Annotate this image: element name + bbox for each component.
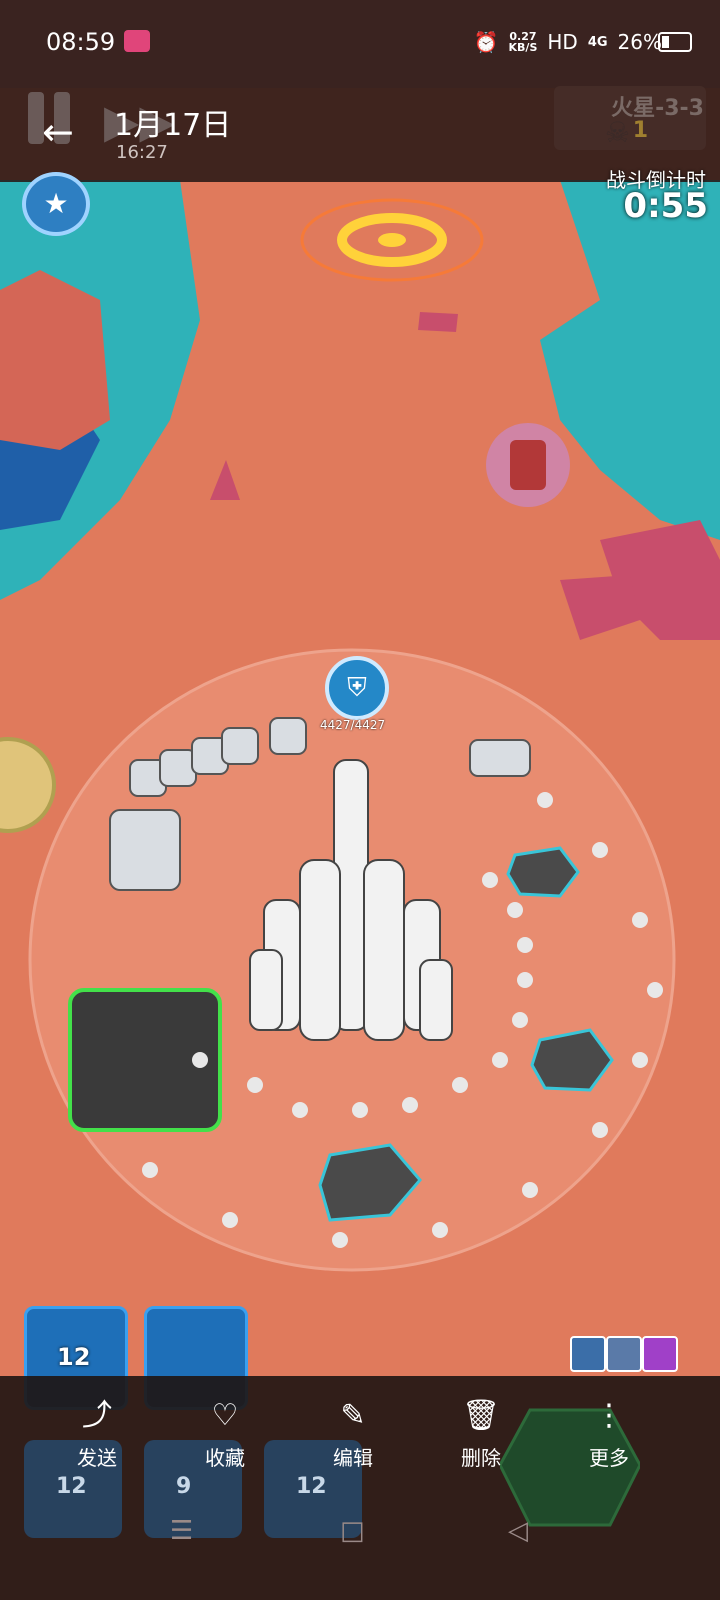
share-icon: ⤴ [82, 1398, 112, 1433]
share-label: 发送 [77, 1446, 117, 1470]
favorite-label: 收藏 [205, 1446, 245, 1470]
more-button[interactable]: ⋮ 更多 [564, 1396, 654, 1476]
network-speed: 0.27 KB/S [509, 31, 538, 53]
card-level: 12 [56, 1474, 87, 1499]
speed-unit: KB/S [508, 41, 538, 54]
base-shield-icon: ⛨ [325, 656, 389, 720]
battery-icon [658, 32, 692, 52]
base-hp: 4427/4427 [320, 718, 386, 732]
alarm-icon: ⏰ [473, 30, 499, 54]
heart-icon: ♡ [211, 1398, 239, 1433]
unit-slot-1 [570, 1336, 606, 1372]
more-label: 更多 [589, 1446, 629, 1470]
photo-date: 1月17日 [114, 108, 232, 143]
photo-time: 16:27 [116, 142, 168, 163]
more-icon: ⋮ [594, 1398, 624, 1433]
edit-label: 编辑 [333, 1446, 373, 1470]
hd-indicator: HD [547, 30, 578, 54]
status-time: 08:59 [46, 28, 116, 56]
status-bar: 08:59 ⏰ 0.27 KB/S HD 4G 26% [0, 0, 720, 88]
delete-button[interactable]: 🗑 删除 [436, 1396, 526, 1476]
app-notification-icon [124, 30, 150, 52]
battery-percent: 26% [617, 30, 662, 54]
signal-network: 4G [587, 34, 608, 50]
nav-back-icon[interactable]: ◁ [508, 1516, 528, 1546]
unit-slot-2 [606, 1336, 642, 1372]
skull-icon: ☠ [604, 116, 630, 149]
rank-badge-icon[interactable]: ★ [22, 172, 90, 236]
countdown-timer: 0:55 [623, 186, 708, 226]
card-level: 9 [176, 1474, 192, 1499]
nav-menu-icon[interactable]: ☰ [170, 1516, 193, 1546]
back-button[interactable]: ← [42, 110, 86, 154]
kill-count: 1 [632, 118, 648, 143]
favorite-button[interactable]: ♡ 收藏 [180, 1396, 270, 1476]
unit-slot-3 [642, 1336, 678, 1372]
card-level: 12 [296, 1474, 327, 1499]
trash-icon: 🗑 [461, 1398, 501, 1433]
share-button[interactable]: ⤴ 发送 [52, 1396, 142, 1476]
delete-label: 删除 [461, 1446, 501, 1470]
nav-home-icon[interactable]: □ [340, 1516, 365, 1546]
edit-button[interactable]: ✎ 编辑 [308, 1396, 398, 1476]
card-level: 12 [57, 1343, 91, 1371]
edit-icon: ✎ [340, 1398, 366, 1433]
status-indicators: ⏰ 0.27 KB/S HD 4G 26% [474, 30, 662, 54]
